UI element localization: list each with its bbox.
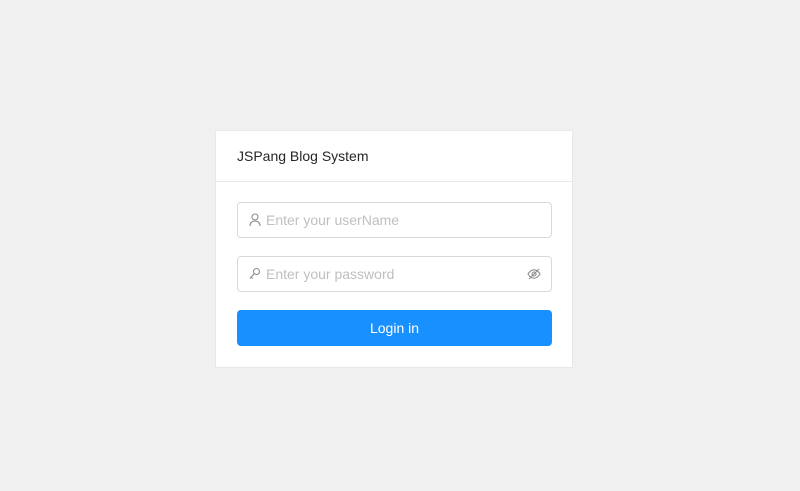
card-header: JSPang Blog System <box>216 131 572 182</box>
password-input[interactable] <box>266 257 527 291</box>
login-button[interactable]: Login in <box>237 310 552 346</box>
password-field[interactable] <box>237 256 552 292</box>
username-input[interactable] <box>266 203 551 237</box>
card-title: JSPang Blog System <box>237 148 369 164</box>
username-field[interactable] <box>237 202 552 238</box>
key-icon <box>249 267 261 281</box>
login-form: Login in <box>216 182 572 346</box>
login-card: JSPang Blog System Enter your userName L… <box>215 130 573 368</box>
eye-invisible-icon[interactable] <box>527 267 541 281</box>
user-icon <box>249 213 261 227</box>
